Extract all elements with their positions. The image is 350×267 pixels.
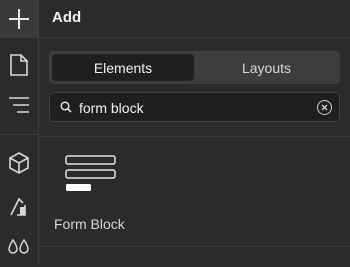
bottom-divider: [39, 246, 350, 247]
toolbar-separator: [0, 134, 38, 135]
navigator-button[interactable]: [0, 86, 38, 124]
pages-button[interactable]: [0, 46, 38, 84]
search-box: [49, 92, 340, 122]
element-label: Form Block: [54, 216, 125, 232]
designer-app: Add Elements Layouts form block Form Blo…: [0, 0, 350, 265]
components-button[interactable]: [0, 144, 38, 182]
color-swatches-icon: [8, 238, 29, 254]
add-icon: [9, 9, 29, 29]
clear-search-button[interactable]: [317, 100, 332, 115]
left-toolbar: [0, 0, 39, 265]
add-panel-button[interactable]: [0, 0, 38, 38]
close-icon: [321, 104, 328, 111]
components-icon: [9, 152, 29, 174]
add-panel: Add Elements Layouts form block Form Blo…: [39, 0, 350, 265]
pages-icon: [10, 54, 28, 76]
tab-switcher: Elements Layouts: [49, 51, 340, 84]
tab-elements[interactable]: Elements: [52, 54, 194, 81]
section-divider: [39, 136, 350, 137]
panel-title: Add: [52, 9, 82, 26]
panel-divider: [39, 37, 350, 38]
navigator-icon: [9, 97, 29, 113]
search-input[interactable]: [79, 98, 309, 117]
style-manager-button[interactable]: [0, 188, 38, 226]
color-swatches-button[interactable]: [0, 229, 38, 267]
form-block-icon: [65, 155, 116, 191]
search-icon: [60, 101, 72, 113]
form-block-element[interactable]: Form Block: [47, 146, 137, 242]
style-manager-icon: [10, 197, 26, 216]
tab-layouts[interactable]: Layouts: [196, 54, 337, 81]
